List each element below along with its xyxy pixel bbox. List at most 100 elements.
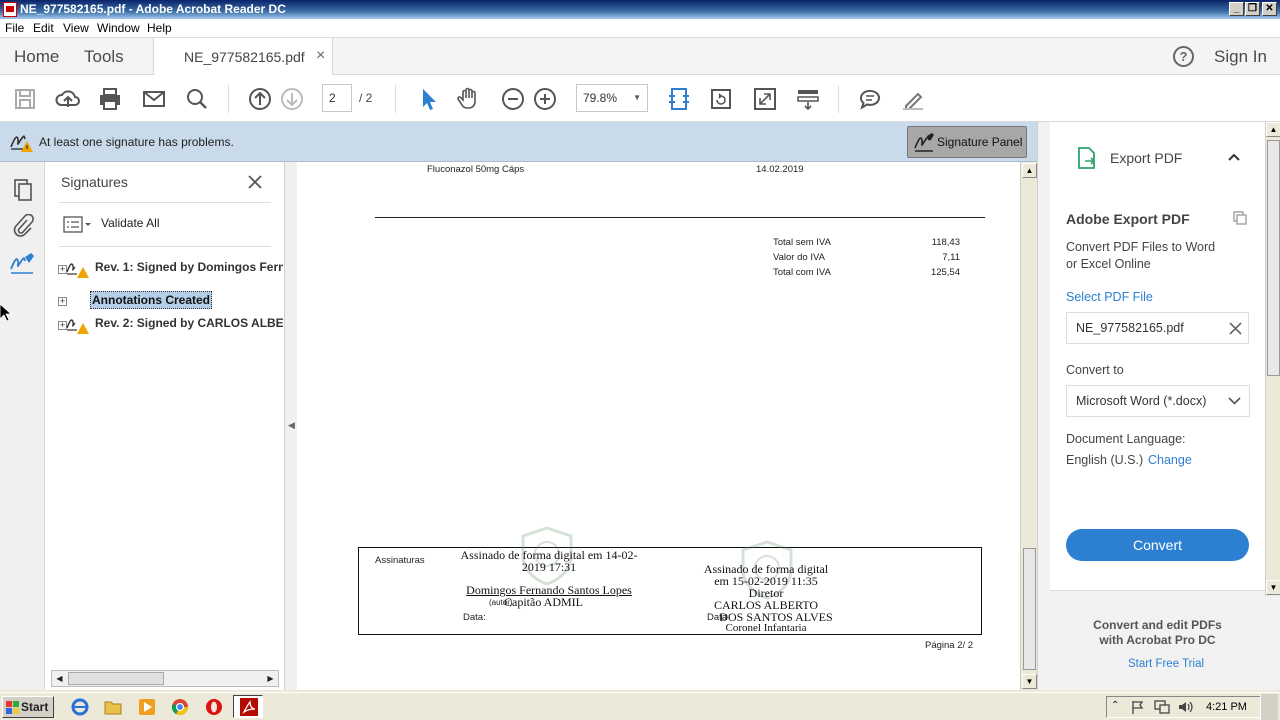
mouse-cursor-icon bbox=[0, 304, 12, 322]
full-screen-icon[interactable] bbox=[752, 86, 778, 112]
signature-warning-icon bbox=[66, 319, 89, 334]
taskbar: Start ⌃ 4:21 PM bbox=[0, 692, 1280, 720]
signature-pen-icon bbox=[914, 133, 934, 152]
sign-in-link[interactable]: Sign In bbox=[1214, 47, 1267, 67]
hand-tool-icon[interactable] bbox=[456, 86, 482, 112]
convert-to-label: Convert to bbox=[1066, 363, 1124, 377]
scroll-down-icon[interactable]: ▼ bbox=[1022, 674, 1037, 689]
copy-info-icon bbox=[1233, 211, 1247, 225]
annotations-created-item[interactable]: Annotations Created bbox=[90, 291, 213, 309]
top-nav: Home Tools NE_977582165.pdf × ? Sign In bbox=[0, 38, 1280, 76]
doc-tab[interactable]: NE_977582165.pdf × bbox=[153, 38, 333, 76]
scroll-left-icon[interactable]: ◀ bbox=[52, 671, 67, 686]
network-icon[interactable] bbox=[1154, 700, 1170, 714]
save-icon[interactable] bbox=[12, 86, 38, 112]
upload-cloud-icon[interactable] bbox=[55, 86, 81, 112]
zoom-select[interactable]: 79.8% ▼ bbox=[576, 84, 648, 112]
show-desktop-button[interactable] bbox=[1260, 694, 1278, 720]
opera-icon[interactable] bbox=[205, 698, 223, 716]
change-language-link[interactable]: Change bbox=[1148, 453, 1192, 467]
promo-area: Convert and edit PDFs with Acrobat Pro D… bbox=[1050, 590, 1265, 690]
nav-home[interactable]: Home bbox=[14, 47, 59, 67]
volume-icon[interactable] bbox=[1178, 700, 1194, 714]
page-number-input[interactable]: 2 bbox=[322, 84, 352, 112]
document-language-value: English (U.S.) bbox=[1066, 453, 1144, 467]
internet-explorer-icon[interactable] bbox=[71, 698, 89, 716]
menu-edit[interactable]: Edit bbox=[33, 21, 54, 35]
doc-item-date: 14.02.2019 bbox=[756, 164, 804, 175]
document-language-label: Document Language: bbox=[1066, 432, 1186, 446]
chevron-up-icon[interactable] bbox=[1227, 151, 1241, 163]
banner-message: At least one signature has problems. bbox=[39, 135, 234, 149]
signature-rev2[interactable]: Rev. 2: Signed by CARLOS ALBER bbox=[95, 316, 283, 330]
selected-file-field[interactable]: NE_977582165.pdf bbox=[1066, 312, 1249, 344]
folder-icon[interactable] bbox=[104, 698, 122, 716]
selected-file-name: NE_977582165.pdf bbox=[1076, 321, 1184, 335]
clear-file-icon[interactable] bbox=[1229, 322, 1242, 335]
signature-panel-button[interactable]: Signature Panel bbox=[907, 126, 1027, 158]
scroll-thumb[interactable] bbox=[1023, 548, 1036, 670]
email-icon[interactable] bbox=[141, 86, 167, 112]
nav-tools[interactable]: Tools bbox=[84, 47, 124, 67]
flag-icon[interactable] bbox=[1131, 700, 1145, 714]
start-free-trial-link[interactable]: Start Free Trial bbox=[1050, 658, 1280, 670]
pdf-page: Fluconazol 50mg Cáps 14.02.2019 Total se… bbox=[297, 162, 1020, 690]
horizontal-scrollbar[interactable]: ◀ ▶ bbox=[51, 670, 279, 687]
zoom-out-icon[interactable] bbox=[500, 86, 526, 112]
scroll-up-icon[interactable]: ▲ bbox=[1022, 163, 1037, 178]
select-pdf-file-link[interactable]: Select PDF File bbox=[1066, 290, 1153, 304]
expand-icon[interactable]: + bbox=[58, 297, 67, 306]
print-icon[interactable] bbox=[97, 86, 123, 112]
scroll-down-icon[interactable]: ▼ bbox=[1266, 580, 1280, 595]
scroll-thumb[interactable] bbox=[68, 672, 164, 685]
collapse-left-icon[interactable]: ◀ bbox=[288, 420, 295, 431]
total-label: Valor do IVA bbox=[773, 252, 825, 263]
highlight-pen-icon[interactable] bbox=[900, 86, 926, 112]
scroll-thumb[interactable] bbox=[1267, 140, 1280, 376]
signatures-panel: Signatures Validate All + Rev. 1: Signed… bbox=[45, 162, 285, 690]
help-icon[interactable]: ? bbox=[1173, 46, 1194, 67]
doc-tab-close-icon[interactable]: × bbox=[316, 47, 325, 65]
close-window-button[interactable]: ✕ bbox=[1262, 2, 1277, 16]
select-pointer-icon[interactable] bbox=[415, 86, 441, 112]
signature-rev1[interactable]: Rev. 1: Signed by Domingos Fern bbox=[95, 260, 283, 274]
total-value: 118,43 bbox=[931, 237, 960, 248]
signatures-label: Assinaturas bbox=[375, 555, 425, 566]
export-pdf-title[interactable]: Export PDF bbox=[1110, 150, 1182, 166]
scroll-right-icon[interactable]: ▶ bbox=[263, 671, 278, 686]
menu-file[interactable]: File bbox=[5, 21, 24, 35]
page-thumbnails-icon[interactable] bbox=[12, 178, 34, 202]
convert-format-select[interactable]: Microsoft Word (*.docx) bbox=[1066, 385, 1250, 417]
acrobat-taskbar-button[interactable] bbox=[233, 695, 263, 718]
menu-help[interactable]: Help bbox=[147, 21, 172, 35]
document-scrollbar[interactable]: ▲ ▼ ▶ bbox=[1020, 162, 1050, 690]
doc-tab-label: NE_977582165.pdf bbox=[184, 49, 305, 65]
tray-expand-icon[interactable]: ⌃ bbox=[1111, 700, 1119, 711]
attachment-icon[interactable] bbox=[12, 214, 34, 238]
scroll-mode-icon[interactable] bbox=[795, 86, 821, 112]
fit-page-icon[interactable] bbox=[666, 86, 692, 112]
menu-window[interactable]: Window bbox=[97, 21, 140, 35]
close-icon[interactable] bbox=[247, 174, 263, 190]
menu-view[interactable]: View bbox=[63, 21, 89, 35]
signatures-icon[interactable] bbox=[9, 252, 37, 276]
comment-icon[interactable] bbox=[857, 86, 883, 112]
restore-button[interactable]: ❐ bbox=[1245, 2, 1260, 16]
scroll-up-icon[interactable]: ▲ bbox=[1266, 122, 1280, 137]
search-icon[interactable] bbox=[184, 86, 210, 112]
zoom-in-icon[interactable] bbox=[532, 86, 558, 112]
options-menu-icon[interactable] bbox=[63, 216, 93, 234]
media-player-icon[interactable] bbox=[138, 698, 156, 716]
rotate-view-icon[interactable] bbox=[708, 86, 734, 112]
convert-button[interactable]: Convert bbox=[1066, 529, 1249, 561]
minimize-button[interactable]: _ bbox=[1229, 2, 1244, 16]
chrome-icon[interactable] bbox=[171, 698, 189, 716]
prev-page-icon[interactable] bbox=[247, 86, 273, 112]
next-page-icon[interactable] bbox=[279, 86, 305, 112]
promo-line1: Convert and edit PDFs bbox=[1093, 618, 1222, 632]
start-button[interactable]: Start bbox=[2, 696, 54, 718]
validate-all-button[interactable]: Validate All bbox=[101, 216, 159, 230]
signature-panel-label: Signature Panel bbox=[937, 135, 1023, 149]
acrobat-icon bbox=[240, 698, 258, 716]
right-panel-scrollbar[interactable]: ▲ ▼ bbox=[1265, 122, 1280, 596]
